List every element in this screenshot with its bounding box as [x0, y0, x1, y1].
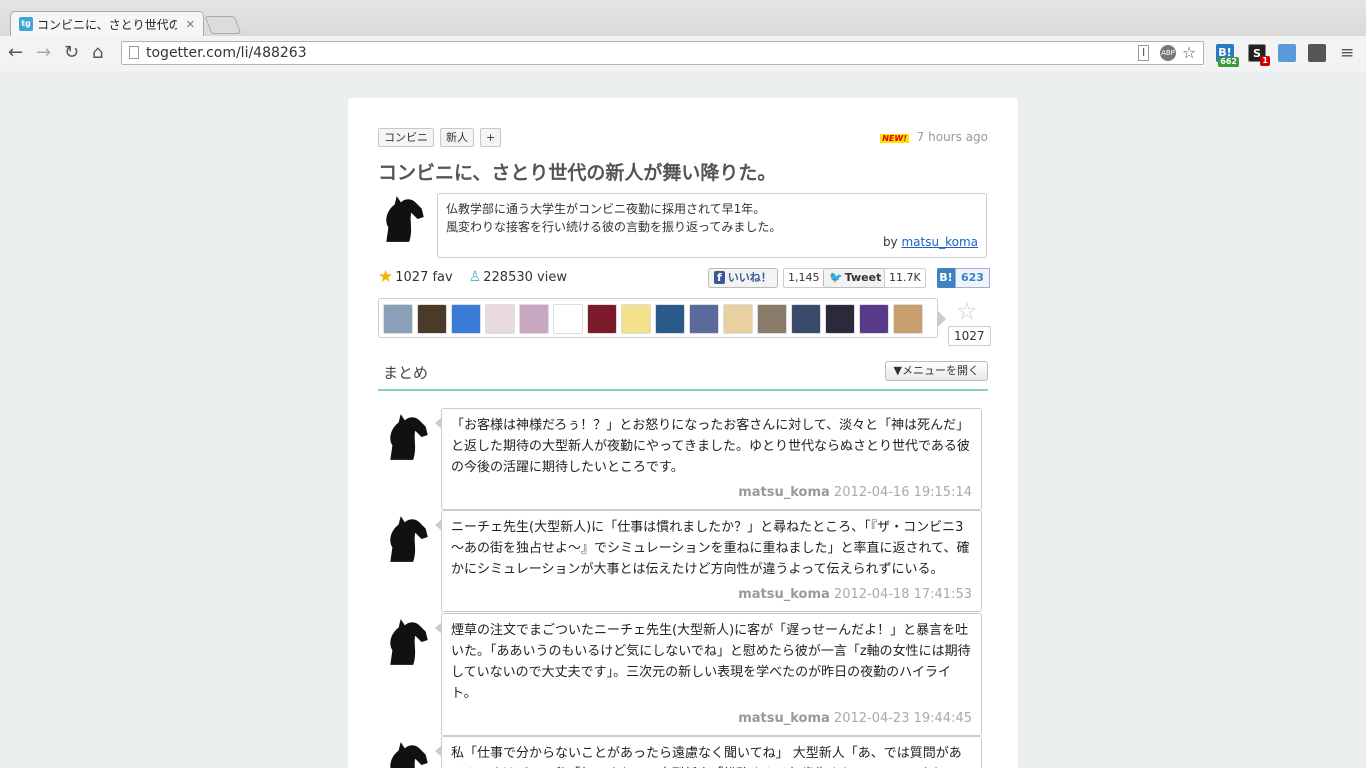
favorited-user-avatar[interactable] — [383, 304, 413, 334]
tweet-text: 煙草の注文でまごついたニーチェ先生(大型新人)に客が「遅っせーんだよ！」と暴言を… — [451, 623, 971, 701]
favorited-user-avatar[interactable] — [655, 304, 685, 334]
favorited-user-avatar[interactable] — [621, 304, 651, 334]
tweet-user-avatar[interactable] — [382, 615, 434, 667]
hatena-bookmark-icon[interactable]: B! 662 — [1216, 44, 1239, 67]
time-ago: 7 hours ago — [916, 130, 988, 144]
tab-title: コンビニに、さとり世代の新 — [37, 17, 177, 32]
tweet-text: 私「仕事で分からないことがあったら遠慮なく聞いてね」 大型新人「あ、では質問があ… — [451, 746, 970, 768]
tweet-username[interactable]: matsu_koma — [738, 711, 830, 726]
bookmark-star-icon[interactable]: ☆ — [1182, 42, 1196, 64]
favorited-user-avatar[interactable] — [485, 304, 515, 334]
article-description: 仏教学部に通う大学生がコンビニ夜勤に採用されて早1年。 風変わりな接客を行い続け… — [437, 193, 987, 258]
view-count: 228530 view — [483, 269, 567, 285]
tag-item[interactable]: 新人 — [440, 128, 474, 147]
url-text: togetter.com/li/488263 — [146, 45, 307, 61]
article-card: コンビニ 新人 + NEW! 7 hours ago コンビニに、さとり世代の新… — [348, 98, 1018, 768]
favorited-user-avatar[interactable] — [451, 304, 481, 334]
favorited-user-avatar[interactable] — [723, 304, 753, 334]
facebook-like-count: 1,145 — [783, 268, 825, 288]
tweet-card: ニーチェ先生(大型新人)に「仕事は慣れましたか？」と尋ねたところ、「『ザ・コンビ… — [435, 510, 982, 612]
tweet-user-avatar[interactable] — [382, 410, 434, 462]
facebook-like-button[interactable]: f いいね！ — [708, 268, 778, 288]
tweet-count: 11.7K — [884, 268, 926, 288]
togetter-favicon-icon: tg — [19, 17, 33, 31]
menu-icon[interactable]: ≡ — [1340, 43, 1354, 63]
section-divider — [378, 389, 988, 391]
favorited-user-avatar[interactable] — [417, 304, 447, 334]
stats-row: ★ 1027 fav ♙ 228530 view — [378, 267, 567, 287]
tweet-card: 私「仕事で分からないことがあったら遠慮なく聞いてね」 大型新人「あ、では質問があ… — [435, 736, 982, 768]
tweet-meta: matsu_koma 2012-04-23 19:44:45 — [451, 708, 972, 729]
close-tab-icon[interactable]: ✕ — [186, 18, 195, 31]
address-bar[interactable]: togetter.com/li/488263 I ABP ☆ — [121, 41, 1204, 65]
tweet-text: ニーチェ先生(大型新人)に「仕事は慣れましたか？」と尋ねたところ、「『ザ・コンビ… — [451, 520, 970, 577]
tweet-meta: matsu_koma 2012-04-16 19:15:14 — [451, 482, 972, 503]
favorited-user-avatar[interactable] — [689, 304, 719, 334]
tweet-text: 「お客様は神様だろぅ！？」とお怒りになったお客さんに対して、淡々と「神は死んだ」… — [451, 418, 970, 475]
tweet-username[interactable]: matsu_koma — [738, 485, 830, 500]
author-avatar[interactable] — [378, 192, 430, 244]
tweet-timestamp[interactable]: 2012-04-23 19:44:45 — [830, 711, 972, 726]
tweet-username[interactable]: matsu_koma — [738, 587, 830, 602]
tweet-card: 「お客様は神様だろぅ！？」とお怒りになったお客さんに対して、淡々と「神は死んだ」… — [435, 408, 982, 510]
favorite-count: 1027 — [948, 326, 991, 346]
hatena-bookmark-icon: B! — [937, 268, 955, 288]
back-arrow-icon[interactable]: ← — [8, 43, 23, 63]
hatena-bookmark-count: 623 — [955, 268, 990, 288]
add-favorite-star-icon[interactable]: ☆ — [956, 297, 978, 325]
favorited-user-avatar[interactable] — [825, 304, 855, 334]
add-tag-button[interactable]: + — [480, 128, 502, 147]
author-byline: by matsu_koma — [882, 235, 978, 249]
evernote-icon[interactable] — [1308, 44, 1326, 62]
favorited-user-avatar[interactable] — [587, 304, 617, 334]
open-menu-button[interactable]: ▼メニューを開く — [884, 361, 988, 381]
fav-star-icon: ★ — [378, 267, 394, 287]
adblock-icon[interactable]: ABP — [1160, 45, 1176, 61]
tweet-user-avatar[interactable] — [382, 738, 434, 768]
s-extension-icon[interactable]: S1 — [1248, 44, 1270, 66]
post-time: NEW! 7 hours ago — [880, 130, 988, 144]
page-title: コンビニに、さとり世代の新人が舞い降りた。 — [378, 162, 777, 184]
tweet-card: 煙草の注文でまごついたニーチェ先生(大型新人)に客が「遅っせーんだよ！」と暴言を… — [435, 613, 982, 736]
favorited-users-list — [378, 298, 946, 338]
new-tab-button[interactable] — [204, 16, 242, 34]
tag-list: コンビニ 新人 + — [378, 128, 502, 147]
favorited-user-avatar[interactable] — [791, 304, 821, 334]
text-cursor-icon[interactable]: I — [1138, 45, 1150, 61]
favorited-user-avatar[interactable] — [553, 304, 583, 334]
favorited-user-avatar[interactable] — [859, 304, 889, 334]
tweet-timestamp[interactable]: 2012-04-18 17:41:53 — [830, 587, 972, 602]
image-extension-icon[interactable] — [1278, 44, 1296, 62]
favorited-user-avatar[interactable] — [893, 304, 923, 334]
tweet-timestamp[interactable]: 2012-04-16 19:15:14 — [830, 485, 972, 500]
description-line: 仏教学部に通う大学生がコンビニ夜勤に採用されて早1年。 — [446, 202, 766, 216]
forward-arrow-icon[interactable]: → — [36, 43, 51, 63]
hatena-bookmark-button[interactable]: B! 623 — [937, 268, 990, 288]
reload-icon[interactable]: ↻ — [64, 43, 79, 63]
page-icon — [129, 46, 139, 59]
section-heading: まとめ — [383, 364, 429, 382]
tweet-user-avatar[interactable] — [382, 512, 434, 564]
tweet-meta: matsu_koma 2012-04-18 17:41:53 — [451, 584, 972, 605]
favorited-user-avatar[interactable] — [757, 304, 787, 334]
new-badge: NEW! — [880, 134, 909, 143]
tweet-button[interactable]: 🐦 Tweet — [823, 268, 888, 288]
home-icon[interactable]: ⌂ — [92, 43, 103, 63]
author-link[interactable]: matsu_koma — [901, 235, 978, 249]
tag-item[interactable]: コンビニ — [378, 128, 434, 147]
favorited-user-avatar[interactable] — [519, 304, 549, 334]
browser-toolbar: ← → ↻ ⌂ togetter.com/li/488263 I ABP ☆ B… — [0, 36, 1366, 71]
fav-count: 1027 fav — [395, 269, 453, 285]
browser-chrome: tg コンビニに、さとり世代の新 ✕ ← → ↻ ⌂ togetter.com/… — [0, 0, 1366, 71]
viewer-icon: ♙ — [468, 269, 482, 285]
browser-tab[interactable]: tg コンビニに、さとり世代の新 ✕ — [10, 11, 204, 36]
